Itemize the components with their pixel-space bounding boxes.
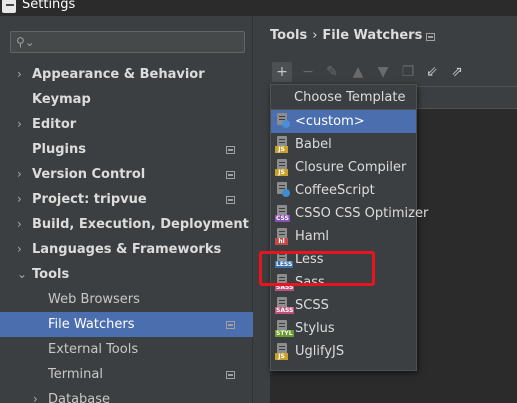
template-item-label: Babel — [295, 137, 332, 152]
sidebar-item-label: Version Control — [32, 167, 146, 182]
template-item[interactable]: SASS SCSS — [271, 294, 416, 317]
template-item[interactable]: CoffeeScript — [271, 179, 416, 202]
project-scope-icon — [426, 33, 435, 41]
file-type-icon: JS — [275, 136, 291, 153]
sidebar-item[interactable]: Keymap — [0, 87, 253, 112]
sidebar-subitem-label: Terminal — [48, 367, 103, 382]
watchers-toolbar: + − ✎ ▲ ▼ ❐ ⇙ ⇗ — [270, 62, 517, 84]
breadcrumb-separator: › — [312, 28, 318, 43]
template-item[interactable]: JS UglifyJS — [271, 340, 416, 363]
file-type-icon: hl — [275, 228, 291, 245]
window-title: Settings — [22, 0, 76, 12]
sidebar-item-label: Appearance & Behavior — [32, 67, 205, 82]
template-item[interactable]: STYL Stylus — [271, 317, 416, 340]
file-type-icon: STYL — [275, 320, 294, 337]
project-scope-icon — [226, 371, 235, 379]
file-type-icon: SASS — [275, 297, 295, 314]
template-item[interactable]: hl Haml — [271, 225, 416, 248]
edit-icon[interactable]: ✎ — [322, 62, 342, 82]
sidebar-subitem-label: Web Browsers — [48, 292, 140, 307]
sidebar-item-label: Build, Execution, Deployment — [32, 217, 249, 232]
template-item-label: Closure Compiler — [295, 160, 407, 175]
chevron-right-icon[interactable]: › — [17, 112, 22, 137]
template-item-label: <custom> — [295, 114, 365, 129]
popup-title: Choose Template — [271, 85, 416, 110]
sidebar-subitem-label: Database — [48, 392, 111, 403]
project-scope-icon — [226, 321, 235, 329]
sidebar-subitem-label: External Tools — [48, 342, 139, 357]
export-icon[interactable]: ⇗ — [447, 62, 467, 82]
file-type-icon: JS — [275, 343, 291, 360]
template-item-label: SCSS — [295, 298, 329, 313]
template-item-label: CSSO CSS Optimizer — [295, 206, 429, 221]
sidebar-item[interactable]: Plugins — [0, 137, 253, 162]
search-icon: ⚲⌄ — [16, 35, 35, 49]
search-input[interactable]: ⚲⌄ — [10, 31, 245, 53]
sidebar-item-label: Keymap — [32, 92, 91, 107]
template-list: <custom> JS Babel JS Closure Compiler CoffeeS… — [271, 110, 428, 363]
template-item[interactable]: JS Closure Compiler — [271, 156, 416, 179]
settings-sidebar: ⚲⌄ › Appearance & Behavior Keymap › Editor Pl… — [0, 16, 253, 403]
annotation-highlight-box — [259, 251, 375, 286]
template-item-label: UglifyJS — [295, 344, 345, 359]
file-type-icon — [275, 113, 291, 130]
chevron-right-icon[interactable]: › — [17, 212, 22, 237]
project-scope-icon — [226, 171, 235, 179]
sidebar-item[interactable]: › Build, Execution, Deployment — [0, 212, 253, 237]
import-icon[interactable]: ⇙ — [422, 62, 442, 82]
sidebar-item[interactable]: › Languages & Frameworks — [0, 237, 253, 262]
template-item[interactable]: JS Babel — [271, 133, 416, 156]
template-item[interactable]: <custom> — [271, 110, 416, 133]
template-item-label: CoffeeScript — [295, 183, 375, 198]
sidebar-item-label: Project: tripvue — [32, 192, 147, 207]
sidebar-item[interactable]: › Project: tripvue — [0, 187, 253, 212]
sidebar-item[interactable]: › Version Control — [0, 162, 253, 187]
sidebar-item-label: Editor — [32, 117, 77, 132]
sidebar-item[interactable]: › Appearance & Behavior — [0, 62, 253, 87]
project-scope-icon — [226, 146, 235, 154]
chevron-right-icon[interactable]: › — [17, 62, 22, 87]
template-item-label: Stylus — [295, 321, 335, 336]
chevron-right-icon[interactable]: › — [17, 237, 22, 262]
breadcrumb-current: File Watchers — [322, 28, 423, 43]
move-up-icon[interactable]: ▲ — [348, 62, 368, 82]
file-type-icon: CSS — [275, 205, 291, 222]
title-bar: Settings — [0, 0, 517, 16]
template-item-label: Haml — [295, 229, 330, 244]
choose-template-popup: Choose Template <custom> JS Babel JS Closure… — [270, 84, 428, 371]
sidebar-item-label: Plugins — [32, 142, 86, 157]
sidebar-subitem[interactable]: › Database — [0, 387, 253, 403]
chevron-right-icon[interactable]: › — [17, 162, 22, 187]
remove-icon[interactable]: − — [298, 62, 318, 82]
move-down-icon[interactable]: ▼ — [373, 62, 393, 82]
project-scope-icon — [226, 196, 235, 204]
breadcrumb-parent[interactable]: Tools — [270, 28, 307, 43]
chevron-right-icon[interactable]: › — [17, 187, 22, 212]
sidebar-item-label: Languages & Frameworks — [32, 242, 222, 257]
app-icon — [2, 0, 16, 13]
copy-icon[interactable]: ❐ — [398, 62, 418, 82]
template-item[interactable]: CSS CSSO CSS Optimizer — [271, 202, 428, 225]
sidebar-subitem[interactable]: Web Browsers — [0, 287, 253, 312]
sidebar-item-label: Tools — [32, 267, 70, 282]
sidebar-item[interactable]: ⌄ Tools — [0, 262, 253, 287]
sidebar-subitem[interactable]: Terminal — [0, 362, 253, 387]
chevron-down-icon[interactable]: ⌄ — [17, 262, 27, 287]
chevron-right-icon[interactable]: › — [33, 387, 38, 403]
sidebar-subitem-label: File Watchers — [48, 317, 135, 332]
sidebar-item[interactable]: › Editor — [0, 112, 253, 137]
file-type-icon: JS — [275, 159, 291, 176]
file-type-icon — [275, 182, 291, 199]
sidebar-subitem[interactable]: External Tools — [0, 337, 253, 362]
sidebar-subitem[interactable]: File Watchers — [0, 312, 253, 337]
breadcrumb: Tools › File Watchers — [270, 28, 422, 43]
settings-tree: › Appearance & Behavior Keymap › Editor Plugi… — [0, 62, 253, 403]
add-icon[interactable]: + — [272, 62, 292, 82]
